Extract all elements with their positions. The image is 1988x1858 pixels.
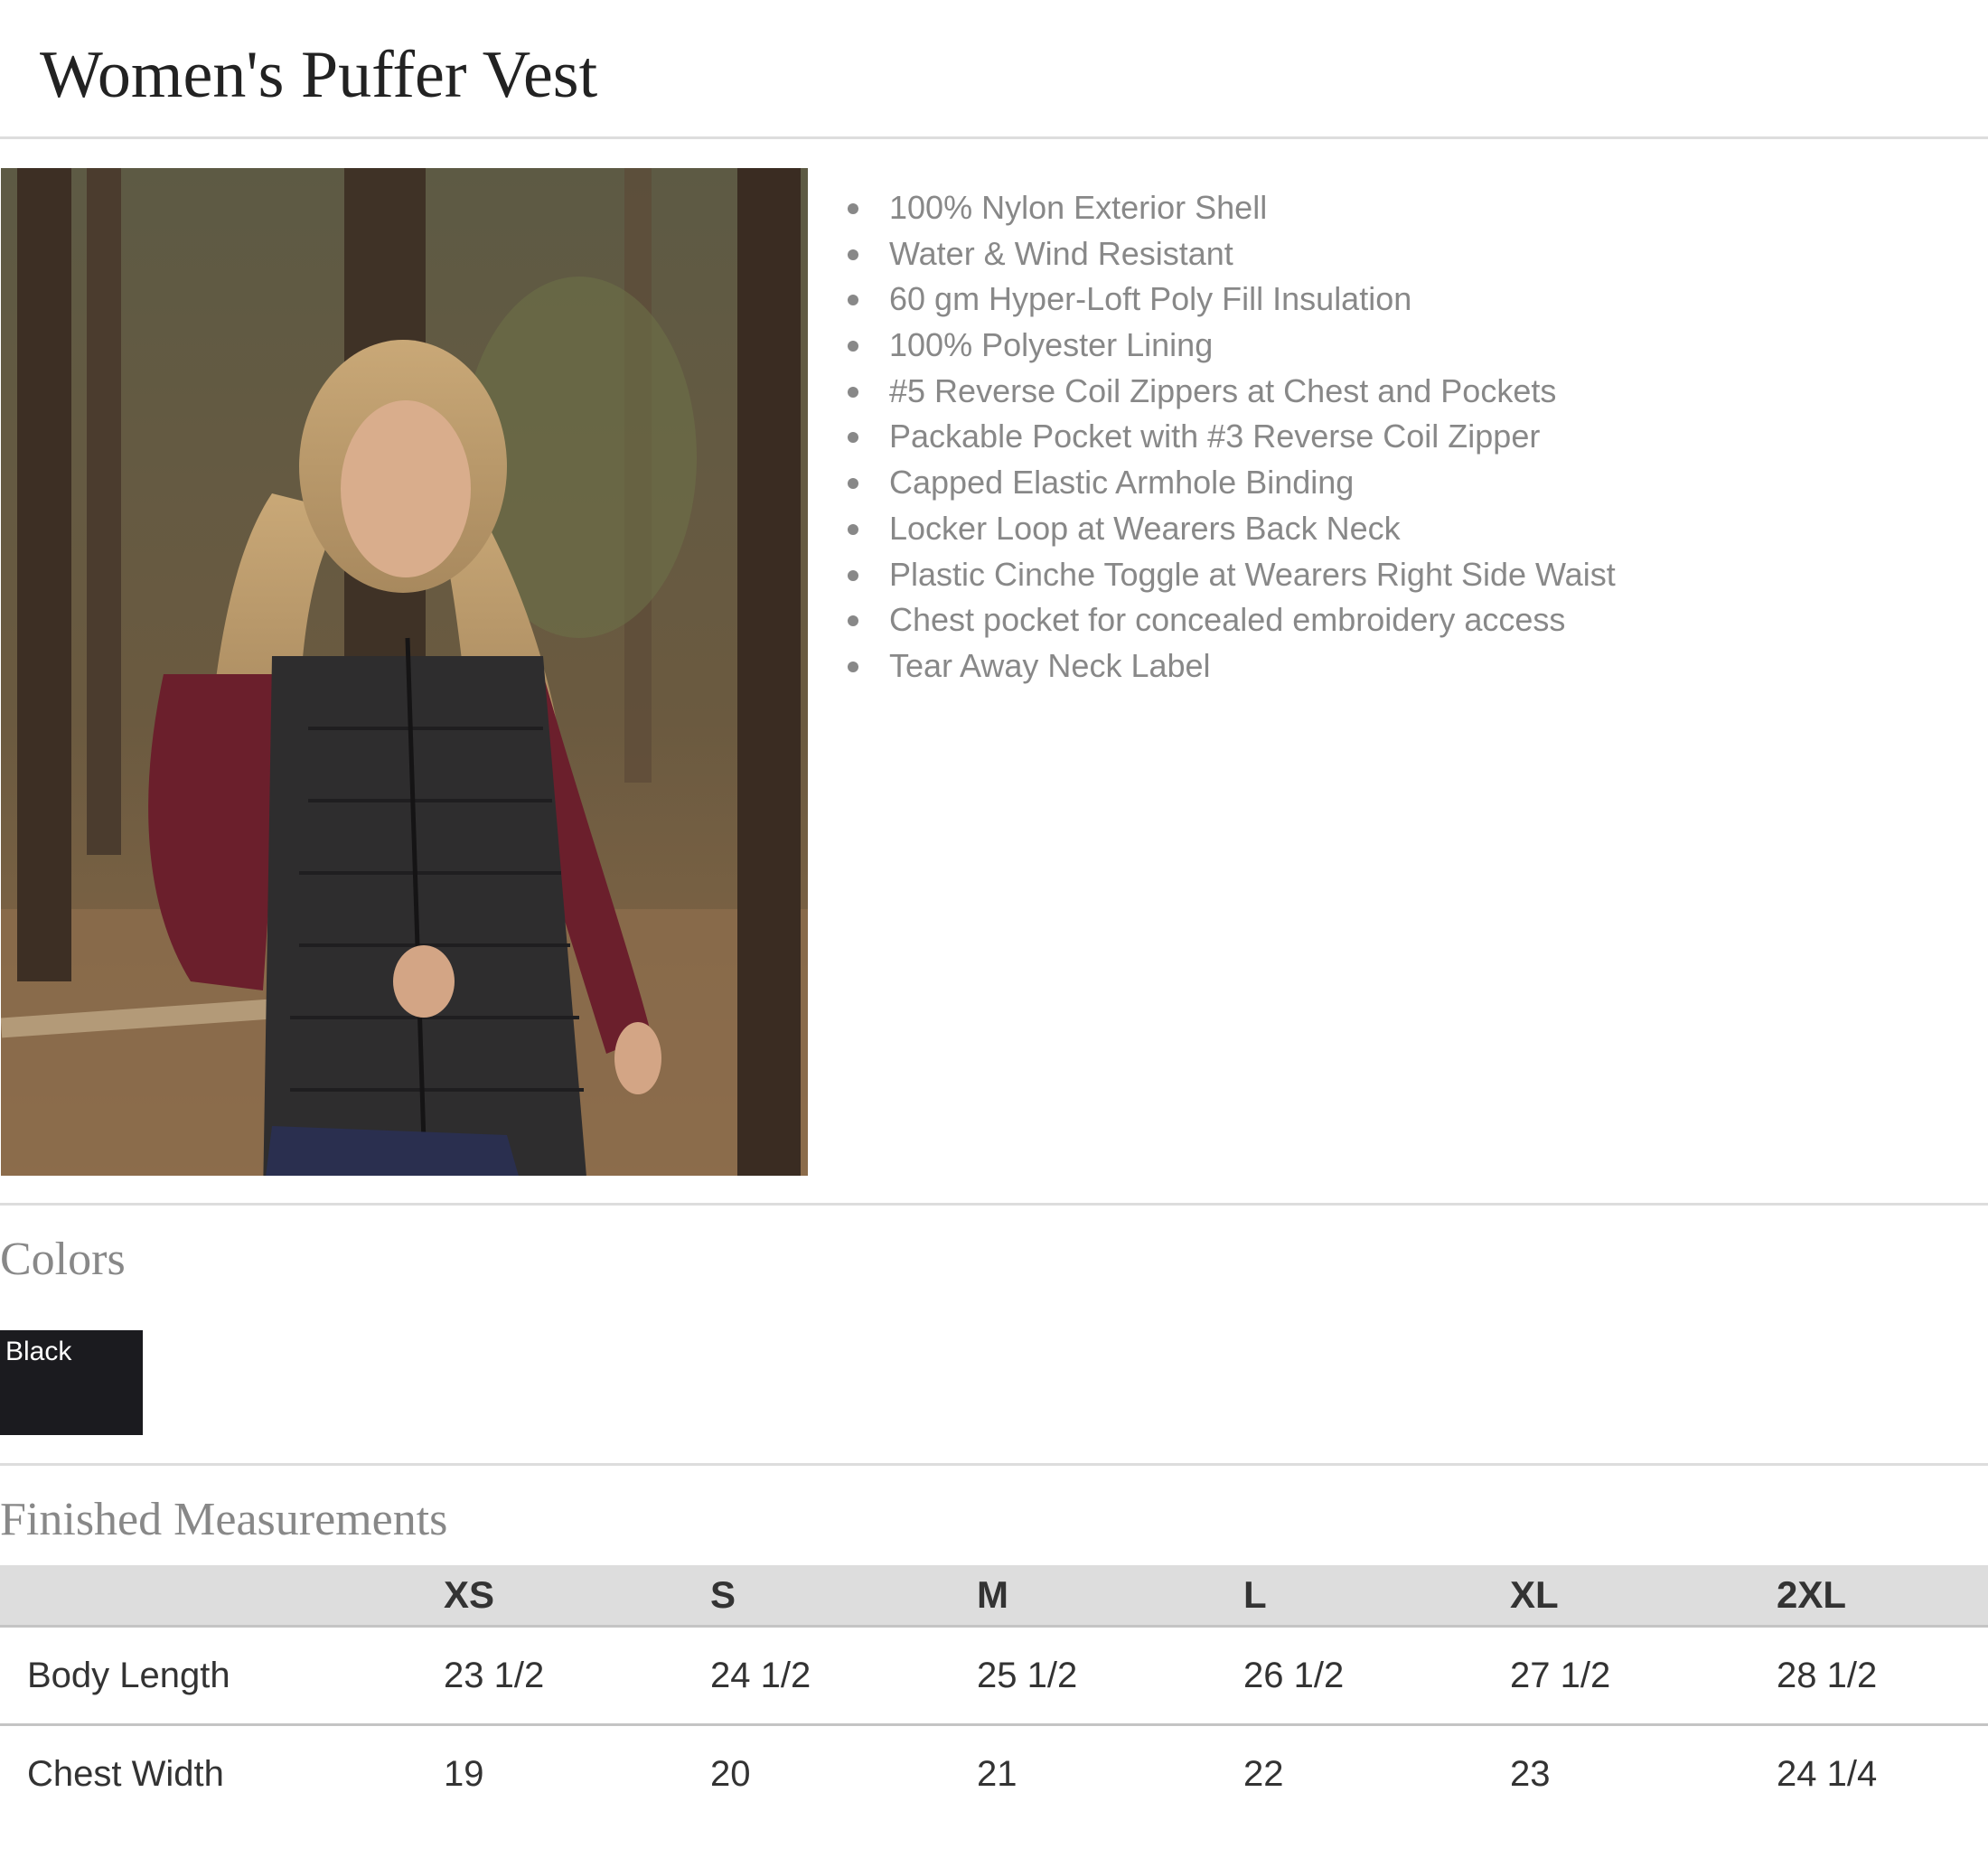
colors-heading: Colors bbox=[0, 1234, 126, 1285]
size-header-empty bbox=[0, 1565, 444, 1628]
feature-item: 60 gm Hyper-Loft Poly Fill Insulation bbox=[846, 277, 1616, 323]
bullet-icon bbox=[848, 295, 858, 306]
row-label: Body Length bbox=[0, 1626, 444, 1726]
bullet-icon bbox=[848, 615, 858, 627]
swatch-label: Black bbox=[5, 1337, 72, 1366]
size-header: 2XL bbox=[1777, 1565, 1988, 1628]
table-row: Body Length 23 1/2 24 1/2 25 1/2 26 1/2 … bbox=[0, 1626, 1988, 1726]
product-title: Women's Puffer Vest bbox=[40, 38, 598, 112]
size-header: XS bbox=[444, 1565, 710, 1628]
feature-item: Locker Loop at Wearers Back Neck bbox=[846, 506, 1616, 552]
table-cell: 26 1/2 bbox=[1243, 1626, 1510, 1726]
size-header: L bbox=[1243, 1565, 1510, 1628]
size-header: M bbox=[977, 1565, 1243, 1628]
table-cell: 25 1/2 bbox=[977, 1626, 1243, 1726]
size-header: XL bbox=[1510, 1565, 1777, 1628]
size-header: S bbox=[710, 1565, 977, 1628]
size-header-row: XS S M L XL 2XL bbox=[0, 1565, 1988, 1628]
table-cell: 21 bbox=[977, 1753, 1017, 1794]
feature-item: Tear Away Neck Label bbox=[846, 643, 1616, 690]
table-cell: 28 1/2 bbox=[1777, 1626, 1988, 1726]
feature-item: Water & Wind Resistant bbox=[846, 231, 1616, 277]
feature-item: Chest pocket for concealed embroidery ac… bbox=[846, 597, 1616, 643]
bullet-icon bbox=[848, 569, 858, 581]
size-chart: XS S M L XL 2XL Body Length 23 1/2 24 1/… bbox=[0, 1565, 1988, 1822]
bullet-icon bbox=[848, 432, 858, 444]
bullet-icon bbox=[848, 386, 858, 398]
feature-item: Plastic Cinche Toggle at Wearers Right S… bbox=[846, 552, 1616, 598]
measurements-heading: Finished Measurements bbox=[0, 1494, 448, 1545]
divider bbox=[0, 1203, 1988, 1206]
divider bbox=[0, 1463, 1988, 1466]
table-row: Chest Width 19 20 21 22 23 24 1/4 bbox=[0, 1725, 1988, 1823]
table-cell: 19 bbox=[444, 1753, 484, 1794]
feature-item: Packable Pocket with #3 Reverse Coil Zip… bbox=[846, 414, 1616, 460]
table-cell: 20 bbox=[710, 1753, 751, 1794]
divider bbox=[0, 136, 1988, 139]
bullet-icon bbox=[848, 203, 858, 214]
product-photo bbox=[1, 168, 808, 1176]
feature-item: Capped Elastic Armhole Binding bbox=[846, 460, 1616, 506]
bullet-icon bbox=[848, 523, 858, 535]
row-label: Chest Width bbox=[27, 1753, 224, 1794]
feature-item: #5 Reverse Coil Zippers at Chest and Poc… bbox=[846, 369, 1616, 415]
table-cell: 22 bbox=[1243, 1753, 1284, 1794]
bullet-icon bbox=[848, 341, 858, 352]
table-cell: 24 1/2 bbox=[710, 1626, 977, 1726]
feature-item: 100% Polyester Lining bbox=[846, 323, 1616, 369]
bullet-icon bbox=[848, 249, 858, 260]
table-cell: 23 bbox=[1510, 1753, 1551, 1794]
table-cell: 24 1/4 bbox=[1777, 1753, 1878, 1794]
feature-item: 100% Nylon Exterior Shell bbox=[846, 185, 1616, 231]
table-cell: 27 1/2 bbox=[1510, 1626, 1777, 1726]
bullet-icon bbox=[848, 478, 858, 490]
feature-list: 100% Nylon Exterior Shell Water & Wind R… bbox=[846, 185, 1616, 690]
color-swatch-black[interactable]: Black bbox=[0, 1330, 143, 1435]
table-cell: 23 1/2 bbox=[444, 1626, 710, 1726]
bullet-icon bbox=[848, 661, 858, 672]
